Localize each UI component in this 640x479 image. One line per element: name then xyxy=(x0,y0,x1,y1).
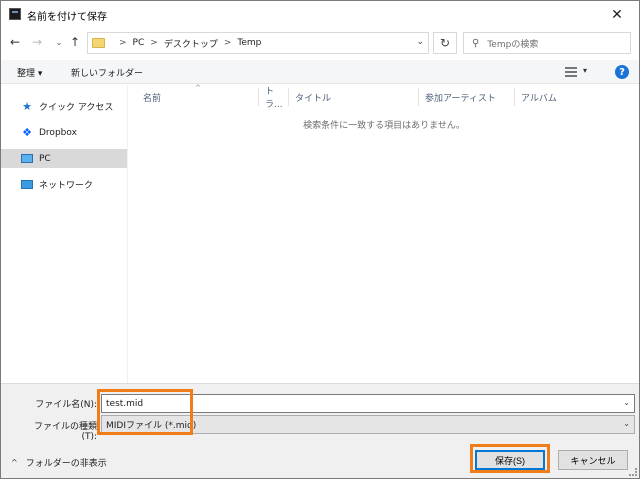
search-icon: ⚲ xyxy=(472,37,480,49)
address-dropdown-chevron-icon[interactable]: ⌄ xyxy=(416,37,424,47)
filetype-dropdown-icon[interactable]: ⌄ xyxy=(623,419,630,428)
back-arrow-icon[interactable]: ← xyxy=(7,34,23,50)
view-options-icon[interactable] xyxy=(565,67,577,77)
up-arrow-icon[interactable]: ↑ xyxy=(67,34,83,50)
breadcrumb-temp[interactable]: Temp xyxy=(237,38,261,48)
network-icon xyxy=(21,179,33,191)
sidebar-item-quick-access[interactable]: ★ クイック アクセス xyxy=(1,97,127,116)
star-icon: ★ xyxy=(22,100,32,113)
column-header-name[interactable]: 名前 xyxy=(137,88,259,106)
column-header-title[interactable]: タイトル xyxy=(289,88,419,106)
column-header-album[interactable]: アルバム xyxy=(515,88,625,106)
column-header-artist[interactable]: 参加アーティスト xyxy=(419,88,515,106)
column-header-track[interactable]: トラ... xyxy=(259,87,289,110)
close-button[interactable]: ✕ xyxy=(597,1,637,28)
sidebar-item-network[interactable]: ネットワーク xyxy=(1,175,127,194)
search-box[interactable]: ⚲ Tempの検索 xyxy=(463,32,631,54)
cancel-button[interactable]: キャンセル xyxy=(558,450,628,470)
sidebar-item-label: Dropbox xyxy=(39,127,77,138)
app-icon xyxy=(9,8,21,20)
recent-locations-chevron-icon[interactable]: ⌄ xyxy=(51,34,67,50)
filename-value[interactable]: test.mid xyxy=(106,399,143,409)
filename-input[interactable]: test.mid ⌄ xyxy=(101,394,635,413)
save-button[interactable]: 保存(S) xyxy=(475,450,545,470)
command-toolbar: 整理 ▾ 新しいフォルダー ▾ ? xyxy=(1,60,639,84)
filetype-label: ファイルの種類(T): xyxy=(33,422,97,442)
sidebar-item-label: ネットワーク xyxy=(39,181,94,191)
sidebar-item-label: PC xyxy=(39,153,51,164)
navigation-bar: ← → ⌄ ↑ > PC > デスクトップ > Temp ⌄ ↻ ⚲ Tempの… xyxy=(1,28,639,58)
empty-folder-message: 検索条件に一致する項目はありません。 xyxy=(303,121,465,131)
breadcrumb-desktop[interactable]: デスクトップ xyxy=(164,37,218,50)
window-title: 名前を付けて保存 xyxy=(27,12,107,23)
folder-icon xyxy=(92,38,105,48)
chevron-up-icon: ^ xyxy=(11,458,18,467)
dropbox-icon: ❖ xyxy=(22,126,32,139)
breadcrumb-separator[interactable]: > xyxy=(150,38,158,48)
address-bar[interactable]: > PC > デスクトップ > Temp ⌄ xyxy=(87,32,429,54)
filetype-select[interactable]: MIDIファイル (*.mid) ⌄ xyxy=(101,415,635,434)
save-form-panel: ファイル名(N): test.mid ⌄ ファイルの種類(T): MIDIファイ… xyxy=(1,383,639,478)
resize-grip[interactable] xyxy=(629,468,637,476)
filetype-value[interactable]: MIDIファイル (*.mid) xyxy=(106,418,196,431)
help-icon[interactable]: ? xyxy=(615,65,629,79)
save-as-dialog: 名前を付けて保存 ✕ ← → ⌄ ↑ > PC > デスクトップ > Temp … xyxy=(0,0,640,479)
refresh-button[interactable]: ↻ xyxy=(433,32,457,54)
organize-menu-button[interactable]: 整理 ▾ xyxy=(17,66,42,79)
breadcrumb-pc[interactable]: PC xyxy=(133,38,145,48)
title-bar[interactable]: 名前を付けて保存 ✕ xyxy=(1,1,639,28)
sidebar-item-label: クイック アクセス xyxy=(39,103,114,113)
breadcrumb-separator[interactable]: > xyxy=(224,38,232,48)
computer-icon xyxy=(21,153,33,165)
hide-folders-toggle[interactable]: ^ フォルダーの非表示 xyxy=(11,456,107,469)
new-folder-button[interactable]: 新しいフォルダー xyxy=(71,66,143,79)
search-placeholder[interactable]: Tempの検索 xyxy=(487,37,538,50)
filename-dropdown-icon[interactable]: ⌄ xyxy=(623,398,630,407)
sidebar-item-pc[interactable]: PC xyxy=(1,149,127,168)
breadcrumb-separator: > xyxy=(119,38,127,48)
navigation-pane: ★ クイック アクセス ❖ Dropbox PC ネットワーク xyxy=(1,85,128,383)
file-list[interactable]: ^ 名前 トラ... タイトル 参加アーティスト アルバム 検索条件に一致する項… xyxy=(129,84,639,383)
filename-label: ファイル名(N): xyxy=(35,400,97,410)
forward-arrow-icon[interactable]: → xyxy=(29,34,45,50)
sidebar-item-dropbox[interactable]: ❖ Dropbox xyxy=(1,123,127,142)
view-dropdown-icon[interactable]: ▾ xyxy=(583,66,587,75)
hide-folders-label: フォルダーの非表示 xyxy=(25,459,107,469)
